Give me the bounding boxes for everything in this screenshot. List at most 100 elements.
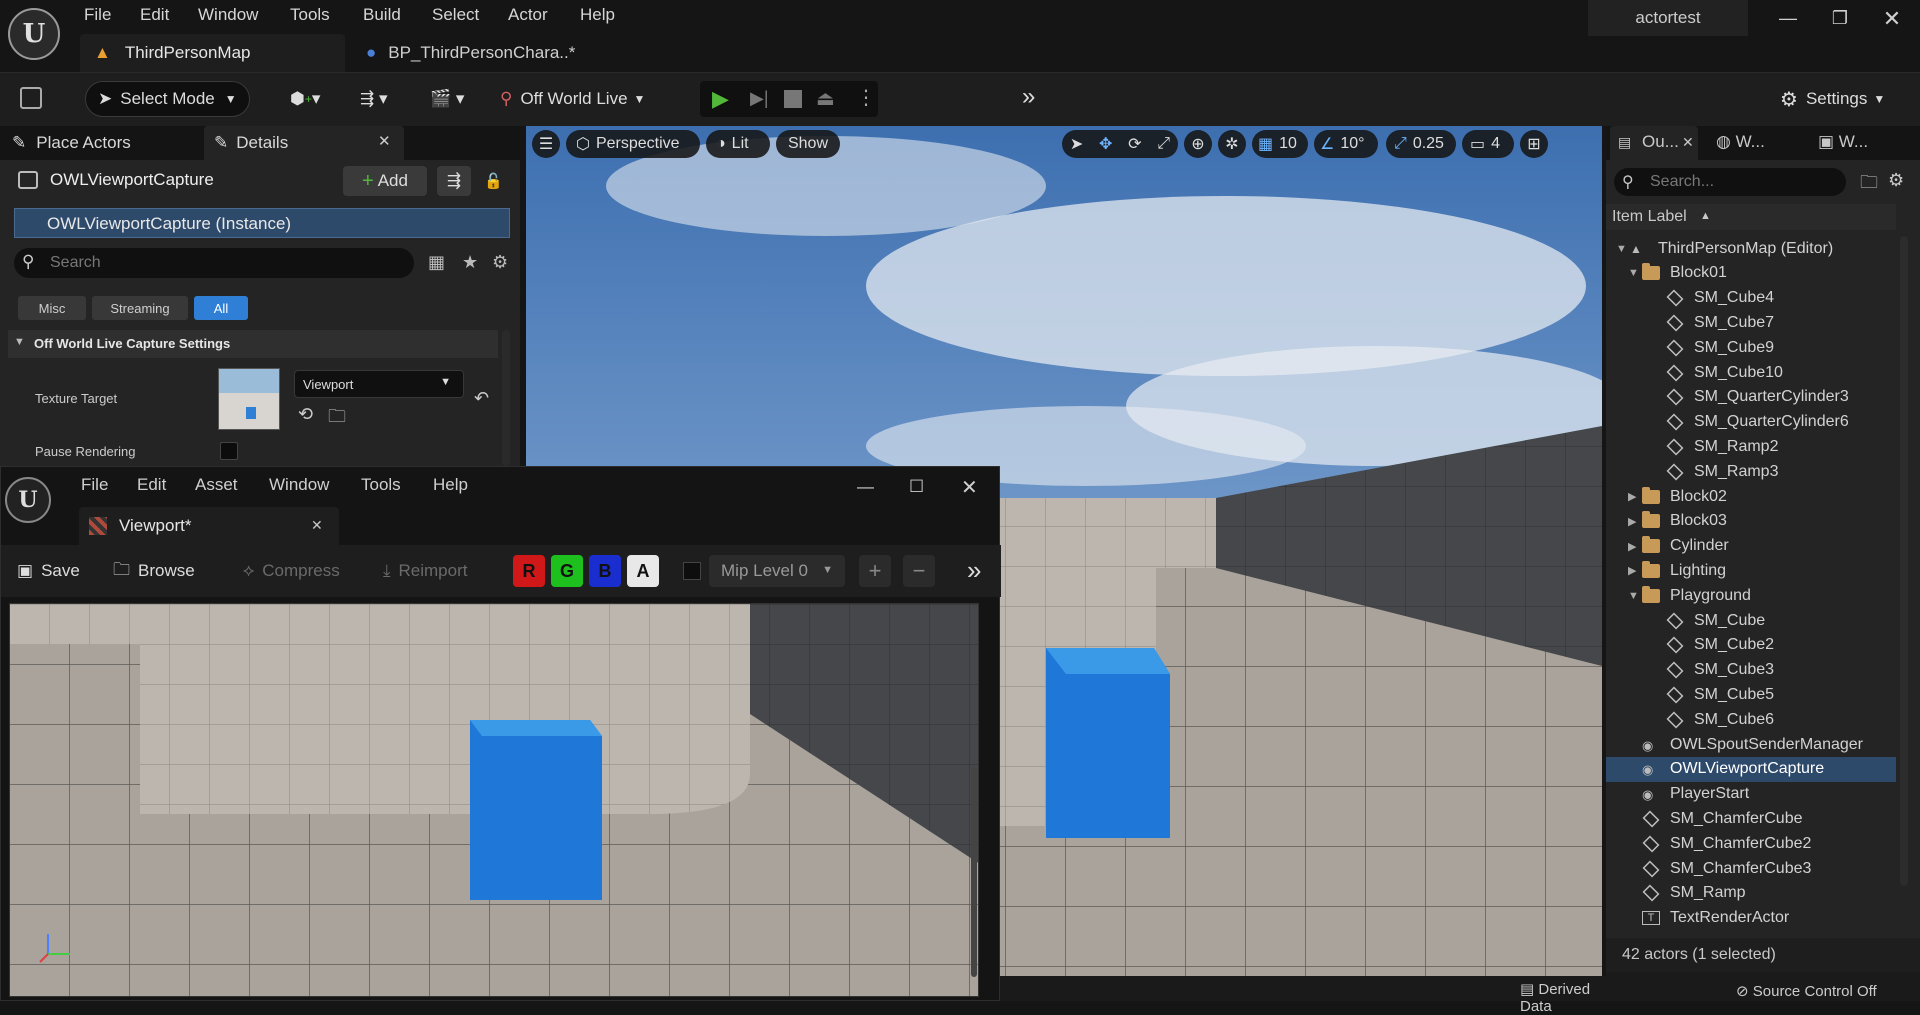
outliner-item-row[interactable]: SM_Cube6 bbox=[1606, 707, 1896, 732]
menu-edit[interactable]: Edit bbox=[137, 475, 166, 495]
outliner-folder-row[interactable]: ▶ Block02 bbox=[1606, 484, 1896, 509]
tab-bp-thirdpersoncharacter[interactable]: ● BP_ThirdPersonChara..* bbox=[352, 34, 612, 72]
menu-asset[interactable]: Asset bbox=[195, 475, 238, 495]
filter-streaming[interactable]: Streaming bbox=[92, 296, 188, 320]
outliner-item-row[interactable]: SM_QuarterCylinder6 bbox=[1606, 410, 1896, 435]
lock-icon[interactable]: 🔓 bbox=[484, 172, 503, 190]
settings-button[interactable]: ⚙ Settings ▼ bbox=[1780, 81, 1900, 117]
menu-help[interactable]: Help bbox=[433, 475, 468, 495]
texture-preview[interactable] bbox=[9, 603, 979, 997]
tab-viewport-texture[interactable]: Viewport* ✕ bbox=[79, 507, 339, 545]
tab-world-settings[interactable]: ◍ W... bbox=[1716, 132, 1765, 152]
use-selected-icon[interactable]: ⟲ bbox=[298, 404, 313, 425]
mip-checkbox[interactable] bbox=[683, 562, 701, 580]
blueprint-menu-icon[interactable]: ⇶ ▾ bbox=[360, 81, 406, 117]
section-header[interactable]: ▼ Off World Live Capture Settings bbox=[8, 330, 498, 358]
menu-tools[interactable]: Tools bbox=[361, 475, 401, 495]
scale-snap-button[interactable]: ⤢ 0.25 bbox=[1386, 130, 1456, 158]
perspective-button[interactable]: ⬡ Perspective bbox=[566, 130, 700, 158]
tab-thirdpersonmap[interactable]: ▲ ThirdPersonMap bbox=[80, 34, 345, 72]
viewport-menu-icon[interactable]: ☰ bbox=[532, 130, 560, 158]
table-view-icon[interactable]: ▦ bbox=[428, 252, 445, 273]
add-folder-icon[interactable]: 🗀 bbox=[1860, 170, 1878, 200]
channel-a-toggle[interactable]: A bbox=[627, 555, 659, 587]
source-control-label[interactable]: ⊘ Source Control Off bbox=[1736, 982, 1877, 1000]
zoom-out-icon[interactable]: − bbox=[903, 555, 935, 587]
chevron-right-icon[interactable]: ▶ bbox=[1628, 540, 1642, 553]
browse-button[interactable]: 🗀 Browse bbox=[113, 553, 195, 589]
outliner-item-row[interactable]: ◉ OWLViewportCapture bbox=[1606, 756, 1896, 782]
world-space-icon[interactable]: ⊕ bbox=[1184, 130, 1212, 158]
outliner-item-row[interactable]: SM_Cube bbox=[1606, 608, 1896, 633]
tab-outliner[interactable]: ▤ Ou... ✕ bbox=[1610, 126, 1698, 160]
star-icon[interactable]: ★ bbox=[462, 252, 478, 273]
texture-target-dropdown[interactable]: Viewport ▼ bbox=[294, 370, 464, 398]
select-icon[interactable]: ➤ bbox=[1070, 134, 1083, 154]
preview-scrollbar[interactable] bbox=[971, 767, 977, 977]
close-tab-icon[interactable]: ✕ bbox=[311, 517, 323, 534]
grid-snap-button[interactable]: ▦ 10 bbox=[1252, 130, 1308, 158]
surface-snap-icon[interactable]: ✲ bbox=[1218, 130, 1246, 158]
filter-all[interactable]: All bbox=[194, 296, 248, 320]
menu-file[interactable]: File bbox=[81, 475, 108, 495]
chevron-down-icon[interactable]: ▼ bbox=[1616, 243, 1630, 255]
stop-icon[interactable] bbox=[784, 90, 802, 108]
cinematics-icon[interactable]: 🎬 ▾ bbox=[430, 81, 476, 117]
texture-thumbnail[interactable] bbox=[218, 368, 280, 430]
gear-icon[interactable]: ⚙ bbox=[492, 252, 508, 273]
camera-speed-button[interactable]: ▭ 4 bbox=[1462, 130, 1514, 158]
close-icon[interactable]: ✕ bbox=[1872, 6, 1912, 32]
outliner-item-row[interactable]: SM_Cube10 bbox=[1606, 360, 1896, 385]
menu-tools[interactable]: Tools bbox=[290, 5, 330, 25]
outliner-item-row[interactable]: SM_Cube9 bbox=[1606, 335, 1896, 360]
outliner-folder-row[interactable]: ▼ Playground bbox=[1606, 583, 1896, 608]
rotate-icon[interactable]: ⟳ bbox=[1128, 134, 1141, 154]
step-icon[interactable]: ▶| bbox=[750, 88, 769, 109]
outliner-item-row[interactable]: SM_QuarterCylinder3 bbox=[1606, 385, 1896, 410]
chevron-right-icon[interactable]: ▶ bbox=[1628, 490, 1642, 503]
pause-rendering-checkbox[interactable] bbox=[220, 442, 238, 460]
chevron-right-icon[interactable]: ▶ bbox=[1628, 564, 1642, 577]
channel-g-toggle[interactable]: G bbox=[551, 555, 583, 587]
menu-select[interactable]: Select bbox=[432, 5, 479, 25]
add-actor-icon[interactable]: ⬢ + ▾ bbox=[290, 81, 338, 117]
outliner-folder-row[interactable]: ▼ Block01 bbox=[1606, 261, 1896, 286]
save-icon[interactable] bbox=[20, 87, 42, 109]
gear-icon[interactable]: ⚙ bbox=[1888, 170, 1904, 191]
outliner-item-row[interactable]: SM_Ramp3 bbox=[1606, 459, 1896, 484]
minimize-icon[interactable]: — bbox=[857, 477, 874, 497]
menu-edit[interactable]: Edit bbox=[140, 5, 169, 25]
outliner-item-row[interactable]: SM_Ramp bbox=[1606, 881, 1896, 906]
lit-button[interactable]: ◑ Lit bbox=[706, 130, 770, 158]
outliner-item-row[interactable]: SM_Cube7 bbox=[1606, 310, 1896, 335]
outliner-item-row[interactable]: SM_ChamferCube2 bbox=[1606, 831, 1896, 856]
move-icon[interactable]: ✥ bbox=[1099, 134, 1112, 154]
outliner-folder-row[interactable]: ▶ Block03 bbox=[1606, 509, 1896, 534]
show-button[interactable]: Show bbox=[776, 130, 840, 158]
close-tab-icon[interactable]: ✕ bbox=[1682, 134, 1694, 151]
toolbar-overflow-icon[interactable]: » bbox=[1022, 83, 1035, 111]
outliner-item-row[interactable]: SM_Ramp2 bbox=[1606, 434, 1896, 459]
outliner-search-input[interactable]: ⚲ Search... bbox=[1614, 168, 1846, 196]
toolbar-overflow-icon[interactable]: » bbox=[967, 555, 981, 586]
outliner-folder-row[interactable]: ▶ Cylinder bbox=[1606, 534, 1896, 559]
chevron-down-icon[interactable]: ▼ bbox=[1628, 590, 1642, 602]
zoom-in-icon[interactable]: + bbox=[859, 555, 891, 587]
outliner-item-row[interactable]: SM_Cube4 bbox=[1606, 286, 1896, 311]
blueprint-icon[interactable]: ⇶ bbox=[437, 166, 471, 196]
add-component-button[interactable]: + Add bbox=[343, 166, 427, 196]
outliner-folder-row[interactable]: ▶ Lighting bbox=[1606, 558, 1896, 583]
menu-file[interactable]: File bbox=[84, 5, 111, 25]
outliner-item-row[interactable]: ◉ PlayerStart bbox=[1606, 782, 1896, 807]
outliner-item-row[interactable]: ▼ ▲ ThirdPersonMap (Editor) bbox=[1606, 236, 1896, 261]
restore-icon[interactable]: ❐ bbox=[1820, 8, 1860, 34]
filter-misc[interactable]: Misc bbox=[18, 296, 86, 320]
select-mode-button[interactable]: ➤ Select Mode ▼ bbox=[85, 81, 250, 117]
save-button[interactable]: ▣ Save bbox=[17, 553, 80, 589]
scale-icon[interactable]: ⤢ bbox=[1157, 135, 1170, 153]
outliner-item-row[interactable]: SM_ChamferCube3 bbox=[1606, 856, 1896, 881]
play-icon[interactable]: ▶ bbox=[712, 86, 729, 112]
column-header[interactable]: Item Label ▲ bbox=[1606, 204, 1896, 230]
chevron-down-icon[interactable]: ▼ bbox=[1628, 267, 1642, 279]
menu-window[interactable]: Window bbox=[269, 475, 329, 495]
